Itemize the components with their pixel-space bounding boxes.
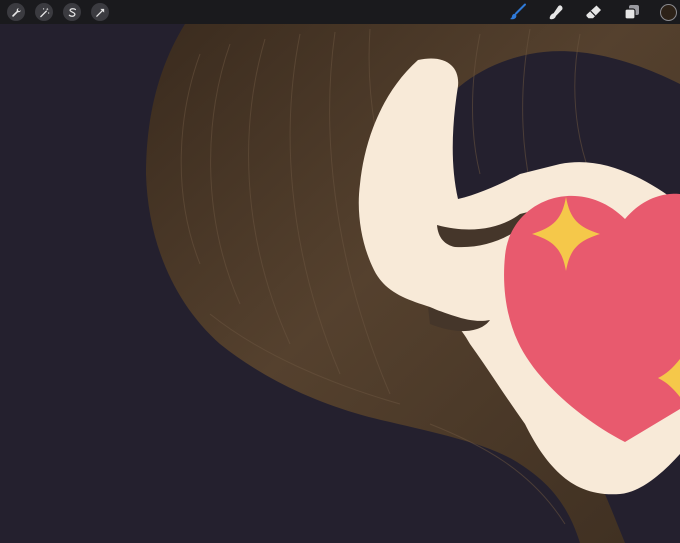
eraser-tool-button[interactable]	[584, 2, 604, 22]
toolbar	[0, 0, 680, 24]
layers-icon	[624, 5, 639, 20]
toolbar-left	[0, 0, 109, 24]
smudge-icon	[549, 5, 563, 20]
arrow-cursor-icon	[95, 8, 104, 17]
smudge-tool-button[interactable]	[546, 2, 566, 22]
brush-tool-button[interactable]	[508, 2, 528, 22]
transform-button[interactable]	[91, 3, 109, 21]
toolbar-right	[508, 0, 680, 24]
artwork	[0, 24, 680, 543]
actions-button[interactable]	[7, 3, 25, 21]
adjustments-button[interactable]	[35, 3, 53, 21]
brush-icon	[510, 3, 526, 20]
magic-wand-icon	[39, 7, 49, 17]
layers-button[interactable]	[622, 2, 642, 22]
eraser-icon	[586, 5, 601, 19]
drawing-canvas[interactable]	[0, 24, 680, 543]
current-color-swatch[interactable]	[660, 3, 677, 21]
selection-button[interactable]	[63, 3, 81, 21]
wrench-icon	[11, 7, 21, 17]
selection-s-icon	[68, 7, 76, 17]
